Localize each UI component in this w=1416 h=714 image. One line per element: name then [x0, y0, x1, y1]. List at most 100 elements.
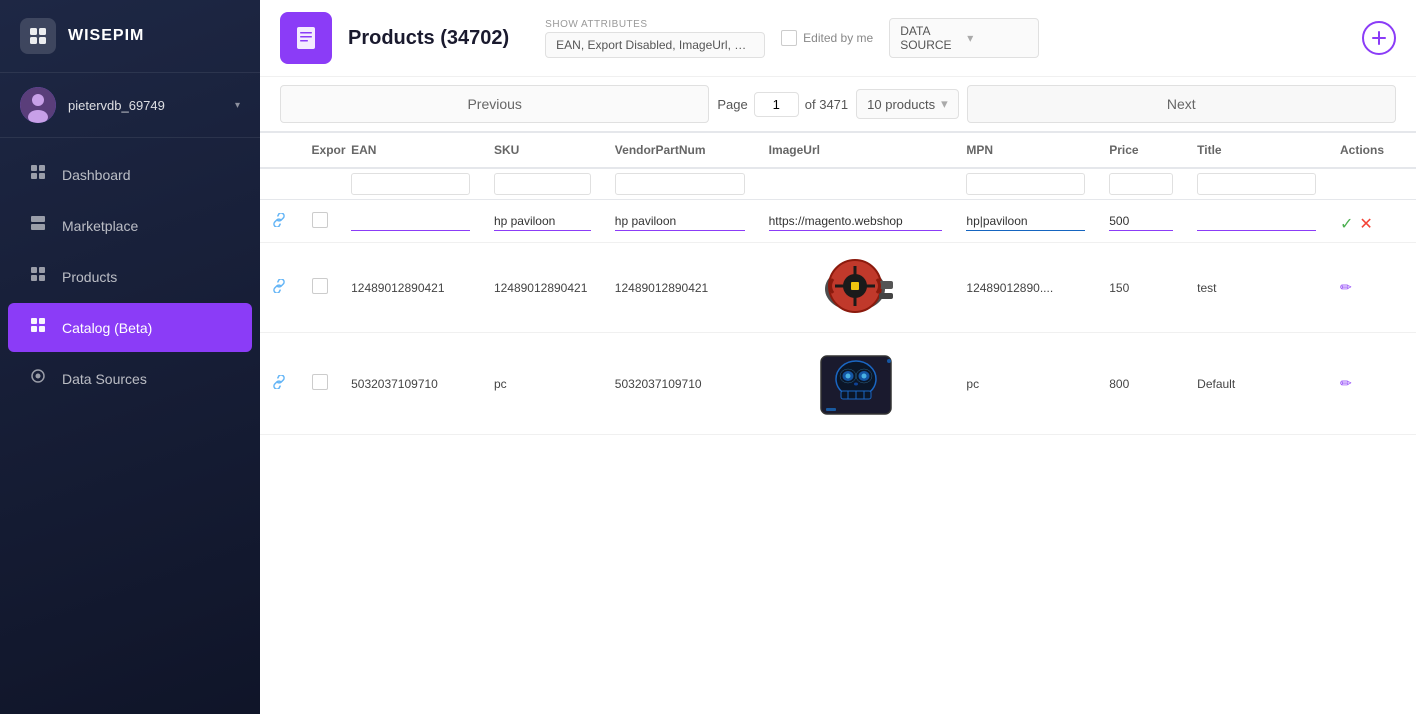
confirm-edit-button[interactable]: ✓: [1340, 214, 1353, 234]
filter-imageurl: [757, 168, 955, 200]
cancel-edit-button[interactable]: ✕: [1359, 214, 1372, 234]
data-source-dropdown[interactable]: DATA SOURCE ▾: [889, 18, 1039, 58]
link-icon[interactable]: [272, 280, 286, 296]
previous-button[interactable]: Previous: [280, 85, 709, 123]
imageurl-inline-input[interactable]: [769, 212, 943, 231]
filter-export: [300, 168, 340, 200]
row-export-cell: [300, 243, 340, 333]
filter-actions: [1328, 168, 1416, 200]
vendorpart-cell: 5032037109710: [603, 333, 757, 435]
mpn-filter-input[interactable]: [966, 173, 1085, 195]
row-ean-cell[interactable]: New value for EAN: [339, 200, 482, 243]
price-inline-input[interactable]: [1109, 212, 1173, 231]
imageurl-cell: [757, 243, 955, 329]
sidebar-item-catalog[interactable]: Catalog (Beta): [8, 303, 252, 352]
filter-mpn[interactable]: [954, 168, 1097, 200]
row-sku-cell[interactable]: [482, 200, 603, 243]
row-export-cell: [300, 333, 340, 435]
dropdown-arrow-icon: ▾: [941, 96, 948, 112]
title-inline-input[interactable]: [1197, 212, 1316, 231]
page-title: Products (34702): [348, 27, 509, 50]
filter-link: [260, 168, 300, 200]
ean-cell: 5032037109710: [339, 333, 482, 435]
row-title-cell[interactable]: New value for T: [1185, 200, 1328, 243]
marketplace-icon: [28, 215, 48, 236]
row-checkbox[interactable]: [312, 374, 328, 390]
sku-inline-input[interactable]: [494, 212, 591, 231]
product-image-wheel: [813, 251, 898, 321]
title-cell: Default: [1185, 333, 1328, 435]
datasources-icon: [28, 368, 48, 389]
edit-row-button[interactable]: ✏: [1340, 375, 1352, 391]
col-ean-header: EAN: [339, 133, 482, 168]
page-number-input[interactable]: [754, 92, 799, 117]
sidebar-item-dashboard[interactable]: Dashboard: [8, 150, 252, 199]
editing-row: New value for EAN: [260, 200, 1416, 243]
products-per-page-dropdown[interactable]: 10 products ▾: [856, 89, 958, 119]
price-filter-input[interactable]: [1109, 173, 1173, 195]
next-button[interactable]: Next: [967, 85, 1396, 123]
app-name: WISEPIM: [68, 27, 144, 45]
main-content: Products (34702) SHOW ATTRIBUTES EAN, Ex…: [260, 0, 1416, 714]
products-table: Expor EAN SKU VendorPartNum ImageUrl: [260, 133, 1416, 435]
sku-cell: 12489012890421: [482, 243, 603, 333]
vendorpart-inline-input[interactable]: [615, 212, 745, 231]
link-icon[interactable]: [272, 376, 286, 392]
mpn-inline-input[interactable]: [966, 212, 1085, 231]
link-icon[interactable]: [272, 214, 286, 230]
product-image-skull: [811, 341, 901, 426]
ean-cell: 12489012890421: [339, 243, 482, 333]
edit-row-button[interactable]: ✏: [1340, 279, 1352, 295]
col-title-header: Title: [1185, 133, 1328, 168]
sidebar-item-label: Catalog (Beta): [62, 320, 152, 336]
filter-ean[interactable]: [339, 168, 482, 200]
col-imageurl-header: ImageUrl: [757, 133, 955, 168]
col-mpn-header: MPN: [954, 133, 1097, 168]
vendorpart-filter-input[interactable]: [615, 173, 745, 195]
sidebar: WISEPIM pietervdb_69749 ▾ Dashboard: [0, 0, 260, 714]
col-actions-header: Actions: [1328, 133, 1416, 168]
sidebar-item-datasources[interactable]: Data Sources: [8, 354, 252, 403]
sidebar-logo: WISEPIM: [0, 0, 260, 73]
sidebar-item-label: Data Sources: [62, 371, 147, 387]
title-filter-input[interactable]: [1197, 173, 1316, 195]
filter-sku[interactable]: [482, 168, 603, 200]
filter-title[interactable]: [1185, 168, 1328, 200]
sidebar-item-label: Products: [62, 269, 117, 285]
pagination-bar: Previous Page of 3471 10 products ▾ Next: [260, 77, 1416, 132]
row-imageurl-cell[interactable]: [757, 200, 955, 243]
price-cell: 800: [1097, 333, 1185, 435]
ean-inline-input[interactable]: [351, 212, 470, 231]
sidebar-item-label: Dashboard: [62, 167, 131, 183]
filter-price[interactable]: [1097, 168, 1185, 200]
row-mpn-cell[interactable]: [954, 200, 1097, 243]
row-price-cell[interactable]: [1097, 200, 1185, 243]
avatar: [20, 87, 56, 123]
ean-filter-input[interactable]: [351, 173, 470, 195]
sidebar-item-products[interactable]: Products: [8, 252, 252, 301]
page-label: Page: [717, 97, 747, 112]
user-menu[interactable]: pietervdb_69749 ▾: [0, 73, 260, 138]
chevron-down-icon: ▾: [235, 100, 240, 111]
actions-cell: ✏: [1328, 243, 1416, 333]
table-row: 12489012890421 12489012890421 1248901289…: [260, 243, 1416, 333]
sidebar-item-label: Marketplace: [62, 218, 138, 234]
col-price-header: Price: [1097, 133, 1185, 168]
header-top: Products (34702) SHOW ATTRIBUTES EAN, Ex…: [260, 0, 1416, 77]
add-button[interactable]: [1362, 21, 1396, 55]
row-link-cell: [260, 200, 300, 243]
page-header: Products (34702) SHOW ATTRIBUTES EAN, Ex…: [260, 0, 1416, 133]
attributes-value[interactable]: EAN, Export Disabled, ImageUrl, M...: [545, 32, 765, 58]
page-info: Page of 3471: [717, 92, 848, 117]
row-checkbox[interactable]: [312, 212, 328, 228]
row-export-cell: [300, 200, 340, 243]
actions-cell: ✏: [1328, 333, 1416, 435]
sku-filter-input[interactable]: [494, 173, 591, 195]
edited-by-me-checkbox[interactable]: [781, 30, 797, 46]
row-vendorpart-cell[interactable]: [603, 200, 757, 243]
col-export-header: Expor: [300, 133, 340, 168]
row-checkbox[interactable]: [312, 278, 328, 294]
sidebar-item-marketplace[interactable]: Marketplace: [8, 201, 252, 250]
filter-vendorpart[interactable]: [603, 168, 757, 200]
products-table-container: Expor EAN SKU VendorPartNum ImageUrl: [260, 133, 1416, 714]
